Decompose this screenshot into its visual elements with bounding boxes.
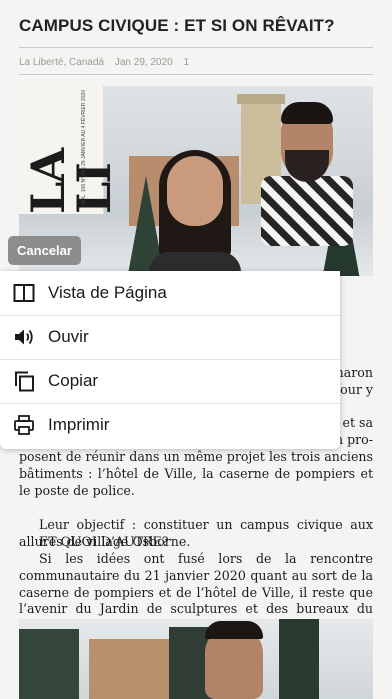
action-menu: Vista de Página Ouvir Copiar Imprimir xyxy=(0,271,340,449)
menu-item-listen[interactable]: Ouvir xyxy=(0,315,340,360)
magazine-cover: LA LI VOL. 106 N° 43 | 29 JANVIER AU 4 F… xyxy=(19,86,121,214)
printer-icon xyxy=(13,414,35,436)
menu-item-label: Vista de Página xyxy=(48,283,167,302)
action-sheet: Cancelar Vista de Página Ouvir Copiar Im… xyxy=(0,229,340,449)
magazine-issue: VOL. 106 N° 43 | 29 JANVIER AU 4 FÉVRIER… xyxy=(81,90,87,206)
article-paragraph: posent de réunir dans un même projet les… xyxy=(19,449,373,498)
menu-item-print[interactable]: Imprimir xyxy=(0,403,340,447)
copy-icon xyxy=(13,370,35,392)
article-meta: La Liberté, Canadá Jan 29, 2020 1 xyxy=(19,57,197,68)
cancel-button[interactable]: Cancelar xyxy=(8,236,81,265)
meta-divider xyxy=(19,74,373,75)
article-title: CAMPUS CIVIQUE : ET SI ON RÊVAIT? xyxy=(19,16,335,35)
menu-item-label: Copiar xyxy=(48,371,99,390)
article-source: La Liberté, Canadá xyxy=(19,57,105,68)
article-subheading: ET QUOI D’AUTRE? xyxy=(39,534,169,549)
speaker-icon xyxy=(13,326,35,348)
article-page: CAMPUS CIVIQUE : ET SI ON RÊVAIT? La Lib… xyxy=(0,0,392,699)
menu-item-page-view[interactable]: Vista de Página xyxy=(0,271,340,316)
article-date: Jan 29, 2020 xyxy=(114,57,173,68)
title-divider xyxy=(19,47,373,48)
article-photo-2 xyxy=(19,619,373,699)
menu-item-label: Ouvir xyxy=(48,327,89,346)
article-page-number: 1 xyxy=(183,57,190,68)
menu-item-label: Imprimir xyxy=(48,415,110,434)
magazine-logo: LA LI xyxy=(21,149,121,214)
book-open-icon xyxy=(13,282,35,304)
menu-item-copy[interactable]: Copiar xyxy=(0,359,340,404)
